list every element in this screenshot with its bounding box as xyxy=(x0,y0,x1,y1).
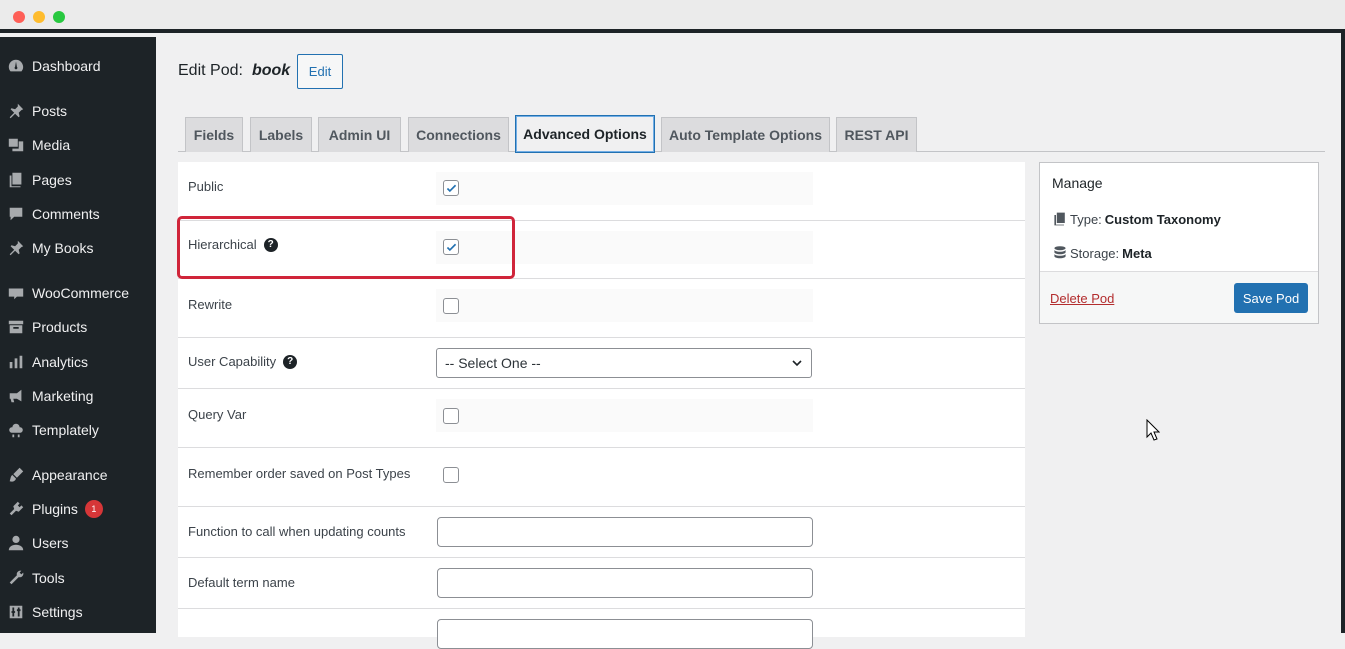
sidebar-item-tools[interactable]: Tools xyxy=(0,563,156,593)
public-checkbox[interactable] xyxy=(443,180,459,196)
minimize-window-button[interactable] xyxy=(33,11,45,23)
tab-rest-api[interactable]: REST API xyxy=(836,117,917,152)
row-remember-order: Remember order saved on Post Types xyxy=(178,448,1025,507)
pages-icon xyxy=(0,171,32,189)
close-window-button[interactable] xyxy=(13,11,25,23)
remember-order-checkbox[interactable] xyxy=(443,467,459,483)
archive-icon xyxy=(0,318,32,336)
row-rewrite: Rewrite xyxy=(178,279,1025,338)
row-query-var: Query Var xyxy=(178,389,1025,448)
manage-actions: Delete Pod Save Pod xyxy=(1040,271,1318,323)
sidebar-item-marketing[interactable]: Marketing xyxy=(0,381,156,411)
page-title: Edit Pod: book xyxy=(178,62,291,79)
row-next-field xyxy=(178,609,1025,649)
save-pod-button[interactable]: Save Pod xyxy=(1234,283,1308,313)
comment-icon xyxy=(0,205,32,223)
pin-icon xyxy=(0,239,32,257)
rewrite-checkbox[interactable] xyxy=(443,298,459,314)
row-update-count-function: Function to call when updating counts xyxy=(178,507,1025,558)
pod-tabs: Fields Labels Admin UI Connections Advan… xyxy=(178,115,1325,153)
user-icon xyxy=(0,534,32,552)
sidebar-item-analytics[interactable]: Analytics xyxy=(0,347,156,377)
media-icon xyxy=(0,136,32,154)
sidebar-item-pages[interactable]: Pages xyxy=(0,165,156,195)
database-icon xyxy=(1054,246,1066,259)
brush-icon xyxy=(0,466,32,484)
user-capability-select[interactable]: -- Select One -- xyxy=(436,348,812,378)
pod-storage-info: Storage: Meta xyxy=(1052,245,1152,261)
default-term-name-input[interactable] xyxy=(437,568,813,598)
bar-chart-icon xyxy=(0,353,32,371)
sidebar-item-templately[interactable]: Templately xyxy=(0,415,156,445)
dashboard-icon xyxy=(0,57,32,75)
chevron-down-icon xyxy=(792,360,802,367)
pin-icon xyxy=(0,102,32,120)
sidebar-item-posts[interactable]: Posts xyxy=(0,96,156,126)
next-field-input[interactable] xyxy=(437,619,813,649)
mouse-cursor-icon xyxy=(1146,419,1160,441)
plugins-update-badge: 1 xyxy=(84,500,103,518)
update-count-function-input[interactable] xyxy=(437,517,813,547)
pod-name: book xyxy=(251,62,291,79)
row-default-term-name: Default term name xyxy=(178,558,1025,609)
woo-icon xyxy=(0,284,32,302)
tab-advanced-options[interactable]: Advanced Options xyxy=(515,115,655,153)
tab-labels[interactable]: Labels xyxy=(250,117,312,152)
pod-type-info: Type: Custom Taxonomy xyxy=(1052,211,1221,227)
sidebar-item-users[interactable]: Users xyxy=(0,528,156,558)
sidebar-item-comments[interactable]: Comments xyxy=(0,199,156,229)
checkmark-icon xyxy=(446,184,456,192)
sidebar-item-my-books[interactable]: My Books xyxy=(0,233,156,263)
edit-pod-name-button[interactable]: Edit xyxy=(297,54,343,89)
tab-admin-ui[interactable]: Admin UI xyxy=(318,117,401,152)
hierarchical-highlight-box xyxy=(177,216,515,279)
tab-fields[interactable]: Fields xyxy=(185,117,243,152)
sidebar-item-plugins[interactable]: Plugins 1 xyxy=(0,494,156,524)
megaphone-icon xyxy=(0,387,32,405)
copy-icon xyxy=(1054,212,1065,226)
window-titlebar xyxy=(0,0,1345,33)
row-user-capability: User Capability ? -- Select One -- xyxy=(178,338,1025,389)
sidebar-item-settings[interactable]: Settings xyxy=(0,597,156,627)
settings-icon xyxy=(0,603,32,621)
delete-pod-link[interactable]: Delete Pod xyxy=(1050,291,1114,306)
manage-panel: Manage Type: Custom Taxonomy Storage: Me… xyxy=(1039,162,1319,324)
plugin-icon xyxy=(0,500,32,518)
sidebar-item-products[interactable]: Products xyxy=(0,312,156,342)
admin-sidebar: Dashboard Posts Media Pages Comments My … xyxy=(0,37,156,633)
sidebar-item-dashboard[interactable]: Dashboard xyxy=(0,51,156,81)
help-icon[interactable]: ? xyxy=(283,354,298,369)
row-public: Public xyxy=(178,162,1025,221)
sidebar-item-appearance[interactable]: Appearance xyxy=(0,460,156,490)
query-var-checkbox[interactable] xyxy=(443,408,459,424)
tab-auto-template-options[interactable]: Auto Template Options xyxy=(661,117,830,152)
templately-icon xyxy=(0,421,32,439)
wrench-icon xyxy=(0,569,32,587)
tab-connections[interactable]: Connections xyxy=(408,117,509,152)
zoom-window-button[interactable] xyxy=(53,11,65,23)
main-content: Edit Pod: book Edit Fields Labels Admin … xyxy=(156,37,1341,649)
sidebar-item-media[interactable]: Media xyxy=(0,130,156,160)
sidebar-item-woocommerce[interactable]: WooCommerce xyxy=(0,278,156,308)
manage-title: Manage xyxy=(1052,175,1103,191)
